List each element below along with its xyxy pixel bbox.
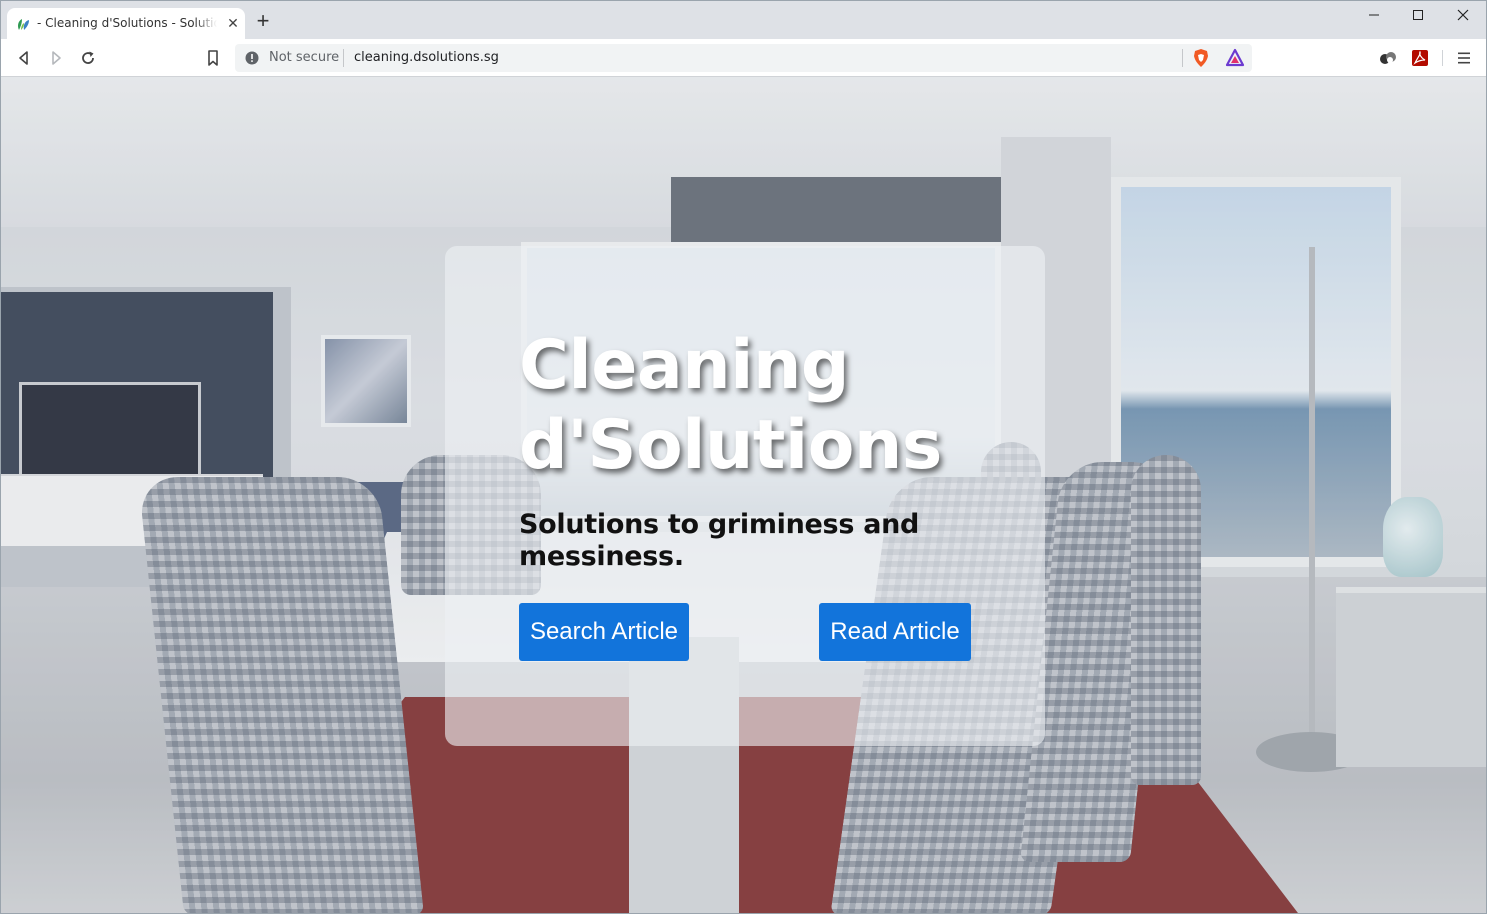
browser-window: - Cleaning d'Solutions - Solutions to gr… [0, 0, 1487, 914]
close-icon [1457, 9, 1469, 21]
omnibox-divider [343, 49, 344, 67]
toolbar-divider [1442, 50, 1443, 66]
tab-strip: - Cleaning d'Solutions - Solutions to gr… [1, 1, 1486, 39]
menu-icon[interactable] [1455, 49, 1473, 67]
forward-icon[interactable] [45, 47, 67, 69]
back-icon[interactable] [13, 47, 35, 69]
page-viewport: Cleaning d'Solutions Solutions to grimin… [1, 77, 1486, 913]
leaf-favicon-icon [18, 19, 29, 30]
tab-active[interactable]: - Cleaning d'Solutions - Solutions to gr… [7, 8, 245, 39]
search-article-button[interactable]: Search Article [519, 603, 689, 661]
brave-rewards-icon[interactable] [1225, 48, 1245, 68]
read-article-button[interactable]: Read Article [819, 603, 971, 661]
tab-title: - Cleaning d'Solutions - Solutions to gr… [37, 16, 217, 30]
maximize-button[interactable] [1395, 5, 1441, 29]
hero-subtitle: Solutions to griminess and messiness. [519, 509, 920, 572]
security-status[interactable]: Not secure [269, 50, 339, 65]
url-text[interactable]: cleaning.dsolutions.sg [354, 50, 499, 65]
extension-icon[interactable] [1378, 48, 1398, 68]
new-tab-button[interactable]: + [253, 10, 273, 32]
browser-toolbar: Not secure cleaning.dsolutions.sg [1, 39, 1486, 77]
minimize-button[interactable] [1351, 5, 1397, 29]
minimize-icon [1369, 14, 1379, 16]
hero-card: Cleaning d'Solutions Solutions to grimin… [445, 246, 1045, 746]
bookmark-icon[interactable] [202, 47, 224, 69]
hero-title: Cleaning d'Solutions [519, 326, 942, 485]
reload-icon[interactable] [77, 47, 99, 69]
address-bar[interactable]: Not secure cleaning.dsolutions.sg [235, 44, 1252, 72]
maximize-icon [1413, 10, 1423, 20]
pdf-extension-icon[interactable] [1410, 48, 1430, 68]
warning-info-icon[interactable] [245, 51, 259, 65]
close-window-button[interactable] [1440, 5, 1486, 29]
tab-close-icon[interactable]: ✕ [226, 16, 240, 30]
omnibox-divider-right [1182, 49, 1183, 67]
brave-shields-icon[interactable] [1191, 48, 1211, 68]
